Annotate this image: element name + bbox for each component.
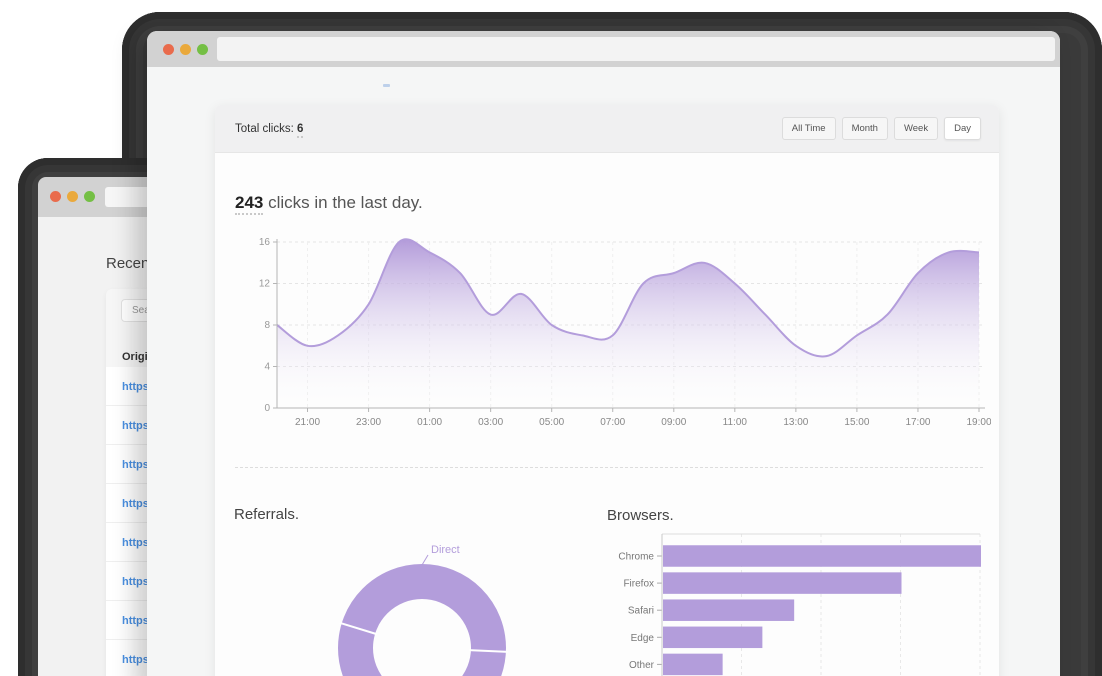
clicks-headline-text: clicks in the last day. [263,193,422,212]
svg-text:21:00: 21:00 [295,417,320,428]
total-clicks-value: 6 [297,123,303,138]
svg-text:05:00: 05:00 [539,417,564,428]
svg-text:03:00: 03:00 [478,417,503,428]
close-icon[interactable] [50,191,61,202]
svg-text:17:00: 17:00 [905,417,930,428]
stats-card-header: Total clicks: 6 All Time Month Week Day [215,105,999,153]
browsers-bar-chart: Chrome Firefox Safari Edge Other [600,525,999,676]
svg-text:Edge: Edge [631,633,655,644]
period-button-month[interactable]: Month [842,117,888,140]
section-divider [235,467,983,468]
close-icon[interactable] [163,44,174,55]
period-toggle-group: All Time Month Week Day [782,117,981,140]
screen: Recent Original URL https://https://http… [0,0,1102,676]
total-clicks-label: Total clicks: [235,123,294,135]
foreground-browser-window: Total clicks: 6 All Time Month Week Day 243… [147,31,1060,676]
svg-text:Firefox: Firefox [623,579,654,590]
svg-text:09:00: 09:00 [661,417,686,428]
svg-text:16: 16 [259,237,271,248]
svg-text:4: 4 [264,362,270,373]
clicks-count: 243 [235,193,263,215]
svg-text:19:00: 19:00 [966,417,991,428]
svg-text:23:00: 23:00 [356,417,381,428]
minimize-icon[interactable] [67,191,78,202]
referrals-donut-chart: Direct [330,538,525,676]
period-button-all-time[interactable]: All Time [782,117,836,140]
minimize-icon[interactable] [180,44,191,55]
period-button-day[interactable]: Day [944,117,981,140]
clicks-area-chart: 0 4 8 12 16 21:00 23:00 01:00 03:00 05:00 07:00 09:… [229,233,991,443]
total-clicks: Total clicks: 6 [235,123,303,135]
svg-text:12: 12 [259,279,271,290]
url-bar[interactable] [217,37,1055,61]
period-button-week[interactable]: Week [894,117,938,140]
foreground-titlebar [147,31,1060,67]
stray-mark [383,84,390,87]
svg-text:11:00: 11:00 [723,417,748,428]
clicks-headline: 243 clicks in the last day. [235,193,423,213]
svg-text:8: 8 [264,320,270,331]
svg-text:13:00: 13:00 [783,417,808,428]
svg-text:Safari: Safari [628,606,654,617]
svg-text:15:00: 15:00 [844,417,869,428]
svg-text:Direct: Direct [431,544,460,556]
svg-text:07:00: 07:00 [600,417,625,428]
svg-text:Chrome: Chrome [618,552,654,563]
svg-text:Other: Other [629,660,655,671]
stats-card: Total clicks: 6 All Time Month Week Day 243… [215,105,999,676]
zoom-icon[interactable] [84,191,95,202]
referrals-heading: Referrals. [234,506,299,523]
browsers-heading: Browsers. [607,507,674,524]
zoom-icon[interactable] [197,44,208,55]
svg-text:0: 0 [264,403,270,414]
svg-text:01:00: 01:00 [417,417,442,428]
